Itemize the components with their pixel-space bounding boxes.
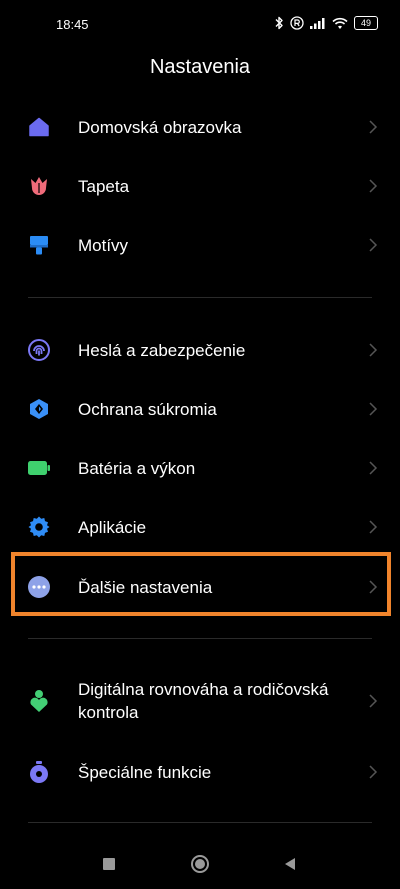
settings-item-label: Batéria a výkon <box>78 458 196 478</box>
recent-apps-icon[interactable] <box>99 854 119 874</box>
status-time: 18:45 <box>56 17 89 32</box>
settings-item-label: Aplikácie <box>78 517 147 537</box>
chevron-right-icon <box>369 120 378 134</box>
page-title: Nastavenia <box>149 56 251 78</box>
settings-item-apps[interactable]: Aplikácie <box>0 498 400 556</box>
brush-icon <box>26 232 52 258</box>
settings-item-battery-performance[interactable]: Batéria a výkon <box>0 439 400 497</box>
status-bar: 18:45 49 <box>0 0 400 52</box>
settings-item-label: Ochrana súkromia <box>78 399 217 419</box>
gear-icon <box>26 514 52 540</box>
settings-item-themes[interactable]: Motívy <box>0 216 400 274</box>
chevron-right-icon <box>369 238 378 252</box>
chevron-right-icon <box>369 694 378 708</box>
battery-indicator: 49 <box>354 16 378 30</box>
settings-item-label: Motívy <box>78 235 129 255</box>
chevron-right-icon <box>369 343 378 357</box>
settings-item-label: Tapeta <box>78 176 130 196</box>
section-divider <box>28 822 372 823</box>
fingerprint-icon <box>26 337 52 363</box>
chevron-right-icon <box>369 402 378 416</box>
tulip-icon <box>26 173 52 199</box>
chevron-right-icon <box>369 461 378 475</box>
back-icon[interactable] <box>280 854 300 874</box>
settings-item-label: Digitálna rovnováha a rodičovská kontrol… <box>78 680 329 722</box>
status-icons: 49 <box>274 16 378 30</box>
wellbeing-icon <box>26 688 52 714</box>
chevron-right-icon <box>369 179 378 193</box>
chevron-right-icon <box>369 765 378 779</box>
highlight-frame <box>11 552 391 616</box>
privacy-icon <box>26 396 52 422</box>
signal-icon <box>310 18 325 29</box>
chevron-right-icon <box>369 520 378 534</box>
home-icon <box>26 114 52 140</box>
battery-icon <box>26 455 52 481</box>
section-divider <box>28 297 372 298</box>
settings-item-label: Domovská obrazovka <box>78 117 242 137</box>
section-divider <box>28 638 372 639</box>
wifi-icon <box>332 17 348 29</box>
settings-item-label: Heslá a zabezpečenie <box>78 340 246 360</box>
home-button-icon[interactable] <box>190 854 210 874</box>
navigation-bar <box>0 840 400 889</box>
settings-item-label: Špeciálne funkcie <box>78 762 212 782</box>
r-circle-icon <box>290 16 304 30</box>
special-features-icon <box>26 759 52 785</box>
settings-item-passwords-security[interactable]: Heslá a zabezpečenie <box>0 321 400 379</box>
settings-item-wallpaper[interactable]: Tapeta <box>0 157 400 215</box>
bluetooth-icon <box>275 16 283 30</box>
settings-item-digital-wellbeing[interactable]: Digitálna rovnováha a rodičovská kontrol… <box>0 668 400 734</box>
settings-item-special-features[interactable]: Špeciálne funkcie <box>0 743 400 801</box>
settings-item-privacy[interactable]: Ochrana súkromia <box>0 380 400 438</box>
settings-item-home-screen[interactable]: Domovská obrazovka <box>0 98 400 156</box>
